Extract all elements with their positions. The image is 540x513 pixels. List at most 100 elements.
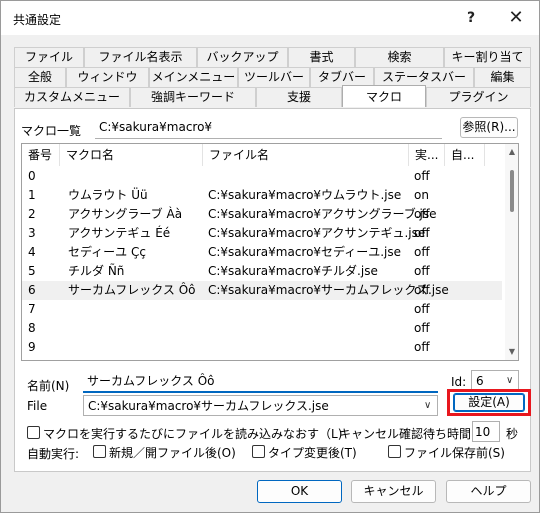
column-header-file-name[interactable]: ファイル名 [203,144,409,166]
id-value: 6 [476,374,484,388]
row-number: 7 [28,302,36,316]
tab-key-assign[interactable]: キー割り当て [444,47,531,67]
tab-format[interactable]: 書式 [288,47,355,67]
row-exec: off [414,207,430,221]
row-exec: off [414,245,430,259]
auto-exec-label: 自動実行: [27,447,80,461]
row-file-name: C:¥sakura¥macro¥アクサングラーブ.jse [208,207,437,221]
row-exec: off [414,302,430,316]
id-select[interactable]: 6 ∨ [471,370,519,391]
close-icon[interactable]: ✕ [493,1,539,35]
tab-toolbar[interactable]: ツールバー [238,67,310,87]
table-row-selected[interactable]: 6 サーカムフレックス Ôô C:¥sakura¥macro¥サーカムフレックス… [22,281,502,300]
row-number: 9 [28,340,36,354]
set-button[interactable]: 設定(A) [453,393,525,412]
row-exec: off [414,264,430,278]
tab-main-menu[interactable]: メインメニュー [149,67,238,87]
tab-highlight-keywords[interactable]: 強調キーワード [130,87,256,107]
common-settings-dialog: 共通設定 ? ✕ ファイル ファイル名表示 バックアップ 書式 検索 キー割り当… [0,0,540,513]
table-row[interactable]: 5 チルダ Ññ C:¥sakura¥macro¥チルダ.jse off [22,262,502,281]
column-header-auto[interactable]: 自... [445,144,485,166]
scroll-down-icon[interactable]: ▼ [507,347,517,357]
auto-exec-before-save-label: ファイル保存前(S) [404,446,505,460]
row-number: 1 [28,188,36,202]
row-number: 8 [28,321,36,335]
tab-assist[interactable]: 支援 [256,87,342,107]
row-macro-name: セディーユ Çç [68,245,146,259]
row-number: 2 [28,207,36,221]
row-number: 6 [28,283,36,297]
column-header-exec[interactable]: 実... [409,144,445,166]
auto-exec-open-label: 新規／開ファイル後(O) [109,446,236,460]
tab-macro[interactable]: マクロ [342,85,426,107]
tab-search[interactable]: 検索 [355,47,444,67]
row-number: 3 [28,226,36,240]
column-header-number[interactable]: 番号 [22,144,60,166]
row-file-name: C:¥sakura¥macro¥チルダ.jse [208,264,378,278]
tab-general[interactable]: 全般 [14,67,66,87]
tab-row-1: ファイル ファイル名表示 バックアップ 書式 検索 キー割り当て [14,47,531,67]
table-row[interactable]: 9 off [22,338,502,357]
chevron-down-icon: ∨ [506,375,514,386]
file-select[interactable]: C:¥sakura¥macro¥サーカムフレックス.jse ∨ [83,395,438,416]
row-number: 4 [28,245,36,259]
macro-list[interactable]: 番号 マクロ名 ファイル名 実... 自... 0 off 1 ウムラウト Üü… [21,143,519,361]
row-exec: off [414,283,430,297]
table-row[interactable]: 4 セディーユ Çç C:¥sakura¥macro¥セディーユ.jse off [22,243,502,262]
reload-checkbox[interactable] [27,426,40,439]
tab-plugin[interactable]: プラグイン [426,87,531,107]
list-vertical-scrollbar[interactable]: ▲ ▼ [505,144,518,360]
help-button[interactable]: ヘルプ [446,480,531,503]
cancel-wait-unit: 秒 [506,427,519,441]
row-exec: off [414,226,430,240]
row-file-name: C:¥sakura¥macro¥セディーユ.jse [208,245,402,259]
tab-edit[interactable]: 編集 [474,67,531,87]
name-input[interactable]: サーカムフレックス Ôô [83,371,438,393]
macro-dir-label: マクロ一覧 [21,124,82,138]
tab-file[interactable]: ファイル [14,47,84,67]
cancel-button[interactable]: キャンセル [351,480,436,503]
table-row[interactable]: 0 off [22,167,502,186]
row-macro-name: サーカムフレックス Ôô [68,283,196,297]
row-number: 5 [28,264,36,278]
auto-exec-before-save-checkbox[interactable] [388,445,401,458]
row-exec: on [414,188,429,202]
scroll-up-icon[interactable]: ▲ [507,147,517,157]
row-macro-name: アクサングラーブ Àà [68,207,183,221]
table-row[interactable]: 3 アクサンテギュ Éé C:¥sakura¥macro¥アクサンテギュ.jse… [22,224,502,243]
tab-file-name-display[interactable]: ファイル名表示 [84,47,197,67]
table-row[interactable]: 8 off [22,319,502,338]
row-exec: off [414,340,430,354]
name-label: 名前(N) [27,379,70,393]
table-row[interactable]: 7 off [22,300,502,319]
table-row[interactable]: 1 ウムラウト Üü C:¥sakura¥macro¥ウムラウト.jse on [22,186,502,205]
tab-custom-menu[interactable]: カスタムメニュー [14,87,130,107]
ok-button[interactable]: OK [257,480,342,503]
auto-exec-type-change-checkbox[interactable] [252,445,265,458]
file-value: C:¥sakura¥macro¥サーカムフレックス.jse [88,399,329,413]
row-macro-name: アクサンテギュ Éé [68,226,171,240]
tab-backup[interactable]: バックアップ [197,47,288,67]
cancel-wait-input[interactable]: 10 [472,421,500,442]
scroll-thumb[interactable] [510,170,514,212]
row-macro-name: チルダ Ññ [68,264,125,278]
row-macro-name: ウムラウト Üü [68,188,148,202]
tab-window[interactable]: ウィンドウ [66,67,149,87]
tab-statusbar[interactable]: ステータスバー [374,67,474,87]
row-file-name: C:¥sakura¥macro¥ウムラウト.jse [208,188,402,202]
help-icon[interactable]: ? [448,1,494,35]
tab-row-3: カスタムメニュー 強調キーワード 支援 マクロ プラグイン [14,85,531,107]
tab-row-2: 全般 ウィンドウ メインメニュー ツールバー タブバー ステータスバー 編集 [14,67,531,87]
table-row[interactable]: 2 アクサングラーブ Àà C:¥sakura¥macro¥アクサングラーブ.j… [22,205,502,224]
row-file-name: C:¥sakura¥macro¥サーカムフレックス.jse [208,283,449,297]
auto-exec-type-change-label: タイプ変更後(T) [268,446,357,460]
browse-button[interactable]: 参照(R)... [460,117,518,138]
column-header-macro-name[interactable]: マクロ名 [60,144,203,166]
reload-label: マクロを実行するたびにファイルを読み込みなおす（L) [43,427,343,441]
macro-dir-field[interactable]: C:¥sakura¥macro¥ [95,117,442,139]
row-number: 0 [28,169,36,183]
file-label: File [27,399,48,413]
tab-tabbar[interactable]: タブバー [310,67,374,87]
row-exec: off [414,169,430,183]
auto-exec-open-checkbox[interactable] [93,445,106,458]
